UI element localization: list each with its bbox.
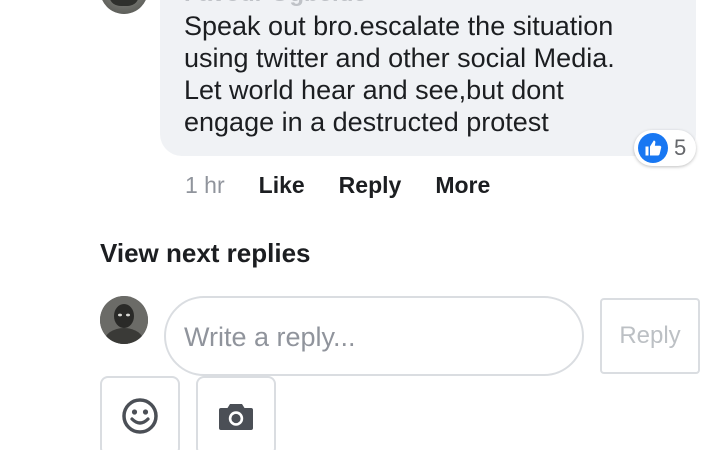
comment-timestamp[interactable]: 1 hr: [185, 172, 225, 199]
camera-button[interactable]: [196, 376, 276, 450]
reply-input[interactable]: [182, 298, 566, 376]
reaction-count: 5: [674, 135, 687, 160]
reply-composer: [164, 296, 584, 376]
comment-thread: Favour Ogbeide Speak out bro.escalate th…: [0, 0, 720, 450]
like-icon: [638, 133, 668, 163]
reply-link[interactable]: Reply: [339, 172, 402, 199]
reaction-summary[interactable]: 5: [634, 130, 697, 166]
emoji-icon: [122, 398, 158, 434]
comment-author[interactable]: Favour Ogbeide: [184, 0, 367, 8]
view-next-replies-link[interactable]: View next replies: [100, 238, 311, 269]
emoji-button[interactable]: [100, 376, 180, 450]
comment-text: Speak out bro.escalate the situation usi…: [184, 11, 615, 137]
submit-reply-button[interactable]: Reply: [600, 298, 700, 374]
camera-icon: [219, 404, 253, 430]
like-button[interactable]: Like: [259, 172, 305, 199]
comment-actions: 1 hr Like Reply More: [185, 168, 524, 202]
commenter-avatar[interactable]: [100, 0, 148, 14]
more-button[interactable]: More: [435, 172, 490, 199]
comment-bubble: Favour Ogbeide Speak out bro.escalate th…: [160, 0, 696, 156]
current-user-avatar: [100, 296, 148, 344]
